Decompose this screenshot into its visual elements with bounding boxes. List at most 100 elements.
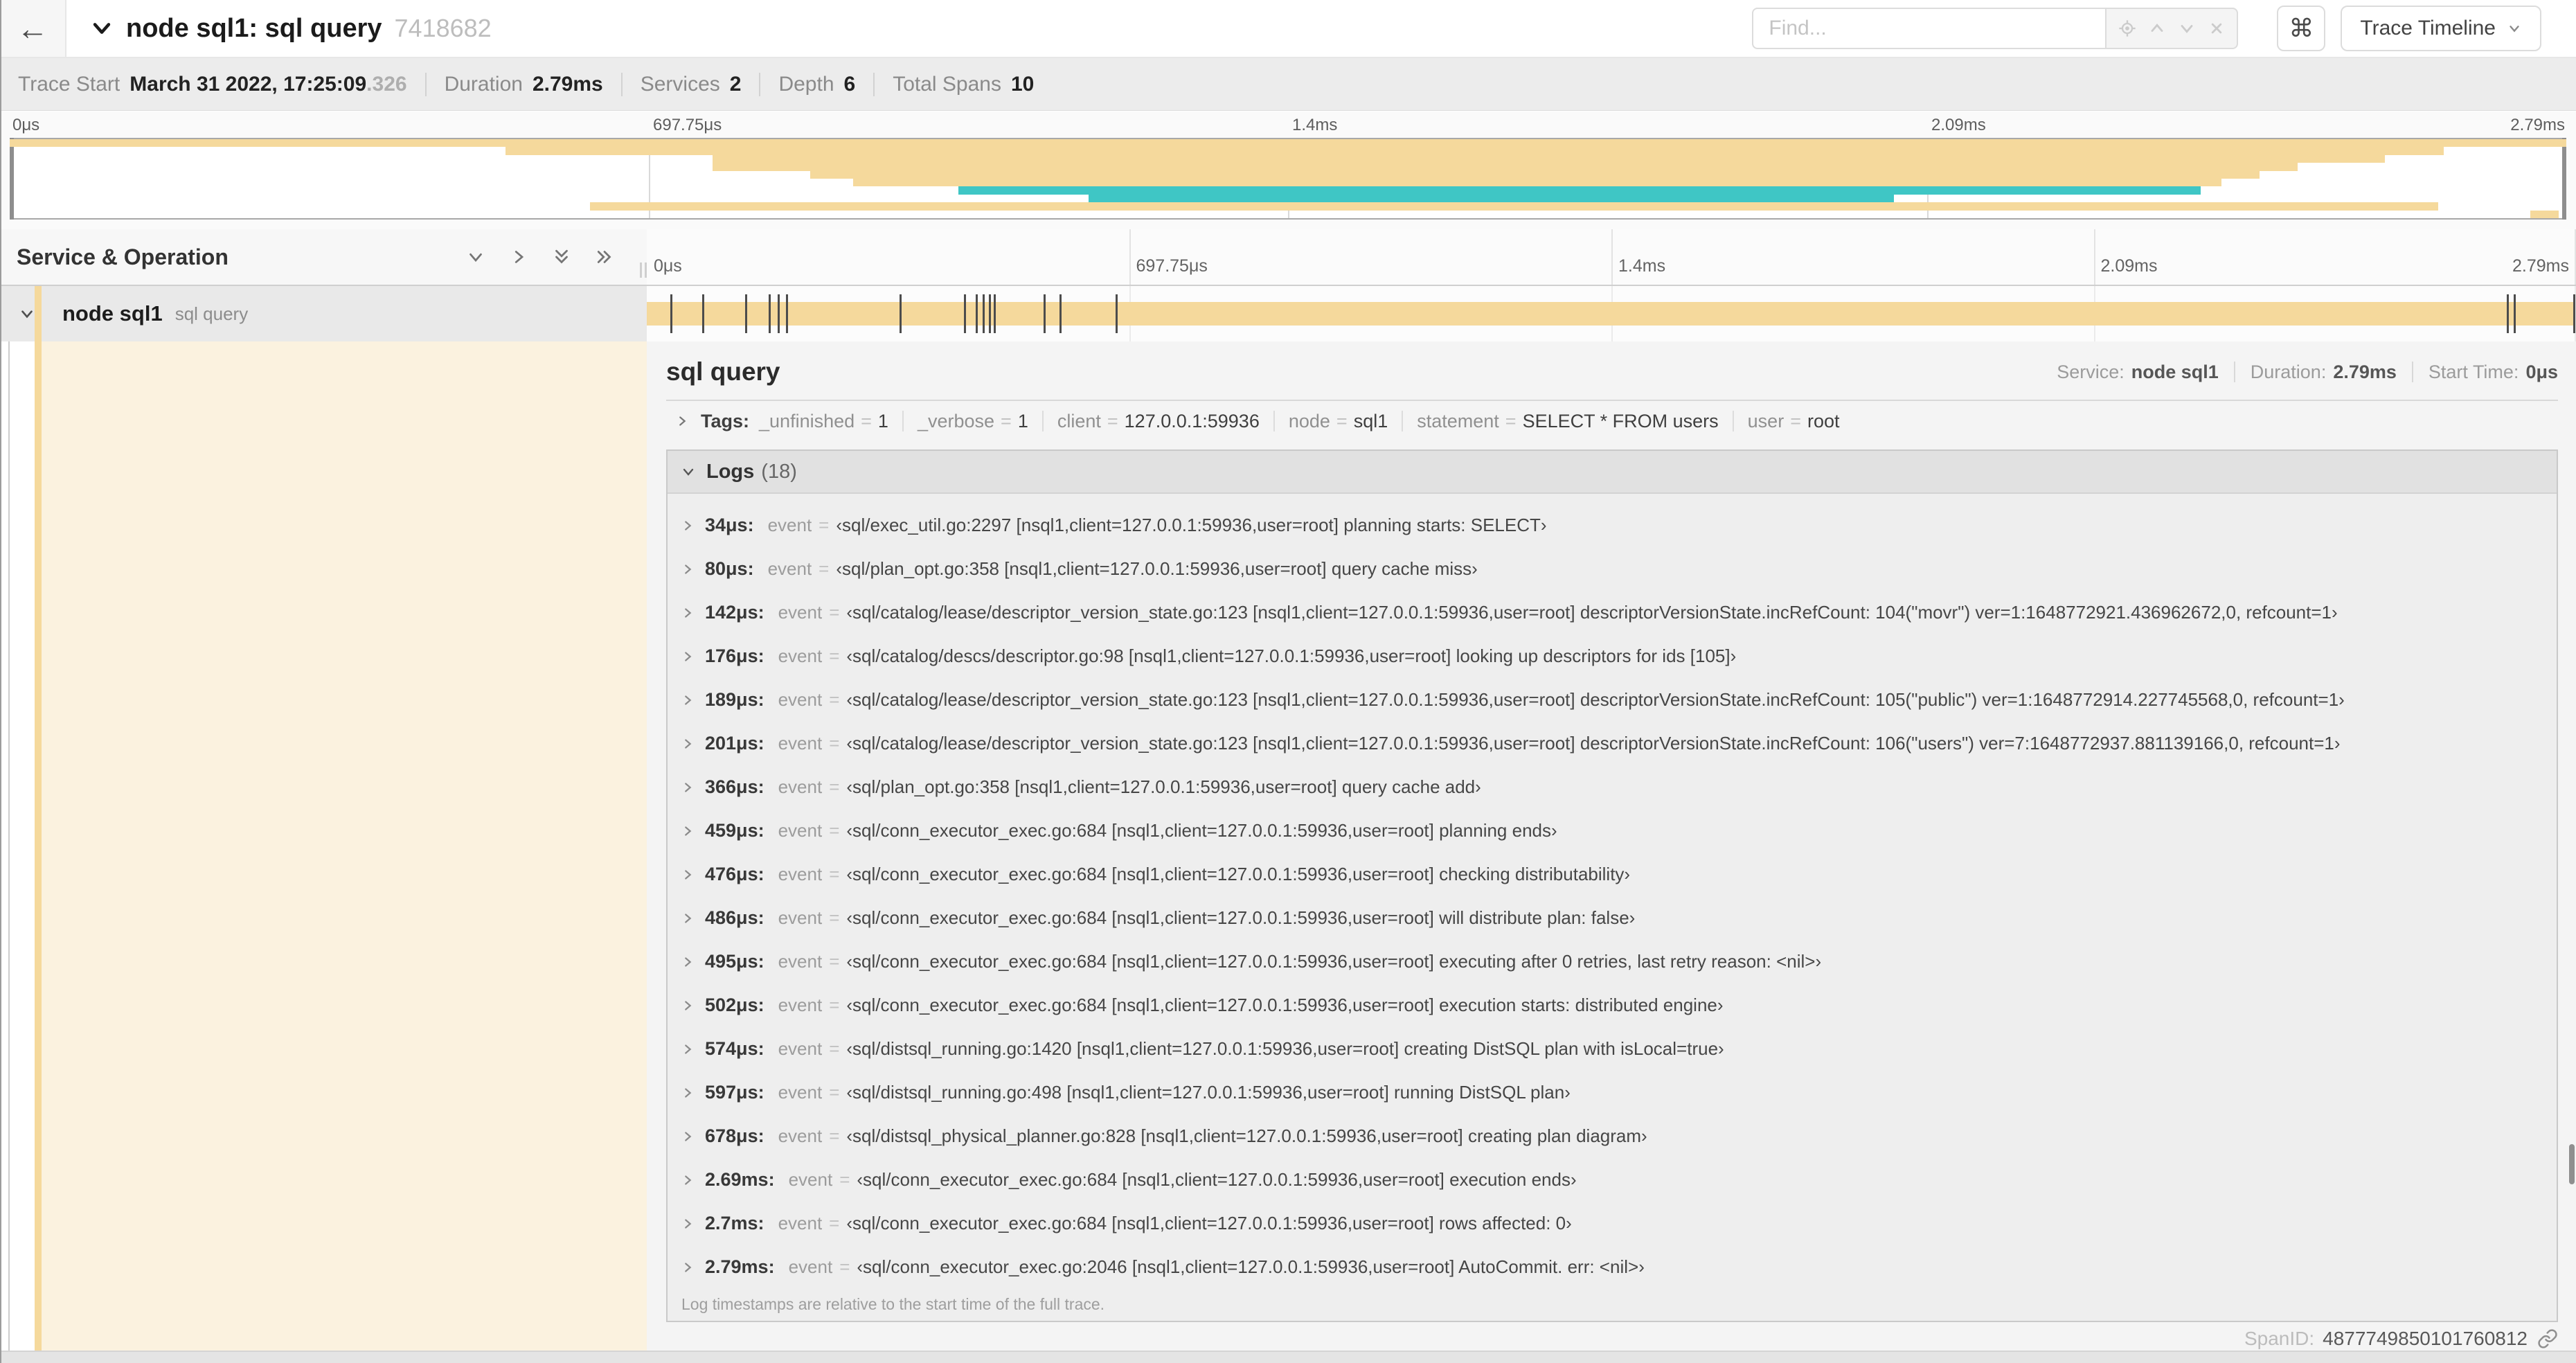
expand-one-icon[interactable] [508,247,529,267]
log-expand-chevron-icon[interactable] [680,1173,695,1188]
collapse-trace-chevron-icon[interactable] [90,17,114,40]
minimap-right-scrubber[interactable] [2562,138,2566,220]
log-row[interactable]: 495μs: event = ‹sql/conn_executor_exec.go:6… [680,940,2557,983]
log-field-key: event [778,1213,823,1233]
log-row[interactable]: 2.69ms: event = ‹sql/conn_executor_exec.go:… [680,1158,2557,1202]
span-detail-title: sql query [666,357,780,386]
log-marker-tick[interactable] [1059,294,1062,333]
log-marker-tick[interactable] [701,294,704,333]
log-row[interactable]: 176μs: event = ‹sql/catalog/descs/descripto… [680,634,2557,678]
log-marker-tick[interactable] [670,294,672,333]
log-row[interactable]: 189μs: event = ‹sql/catalog/lease/descripto… [680,678,2557,722]
log-row[interactable]: 80μs: event = ‹sql/plan_opt.go:358 [nsql1,c… [680,547,2557,591]
log-expand-chevron-icon[interactable] [680,1042,695,1057]
back-button[interactable]: ← [0,0,66,57]
log-expand-chevron-icon[interactable] [680,867,695,882]
log-expand-chevron-icon[interactable] [680,823,695,839]
log-marker-tick[interactable] [777,294,780,333]
log-expand-chevron-icon[interactable] [680,954,695,970]
log-expand-chevron-icon[interactable] [680,1260,695,1275]
log-row[interactable]: 459μs: event = ‹sql/conn_executor_exec.go:6… [680,809,2557,853]
log-row[interactable]: 486μs: event = ‹sql/conn_executor_exec.go:6… [680,896,2557,940]
log-marker-tick[interactable] [900,294,902,333]
log-marker-tick[interactable] [2573,294,2575,333]
timeline-ruler[interactable]: 0μs 697.75μs 1.4ms 2.09ms 2.79ms [647,229,2576,286]
log-row[interactable]: 502μs: event = ‹sql/conn_executor_exec.go:6… [680,983,2557,1027]
log-expand-chevron-icon[interactable] [680,518,695,533]
minimap-canvas[interactable] [10,138,2566,220]
tags-row[interactable]: Tags: _unfinished = 1 _verbose = 1 client = 127.… [666,401,2558,441]
trace-view-selector[interactable]: Trace Timeline [2341,6,2541,51]
tag-equals: = [1790,410,1801,431]
log-timestamp: 366μs: [705,776,764,797]
log-marker-tick[interactable] [768,294,771,333]
collapse-all-icon[interactable] [551,247,572,267]
log-row[interactable]: 366μs: event = ‹sql/plan_opt.go:358 [nsql1,… [680,765,2557,809]
log-marker-tick[interactable] [2514,294,2516,333]
log-timestamp: 80μs: [705,558,754,579]
summary-separator [759,72,761,96]
log-row[interactable]: 597μs: event = ‹sql/distsql_running.go:498 … [680,1071,2557,1114]
tag-key: client [1057,410,1101,431]
log-marker-tick[interactable] [2507,294,2510,333]
minimap-span-bar [853,179,2221,187]
find-clear-icon[interactable] [2207,19,2226,38]
log-marker-tick[interactable] [1044,294,1046,333]
log-expand-chevron-icon[interactable] [680,911,695,926]
expand-all-icon[interactable] [594,247,615,267]
log-row[interactable]: 678μs: event = ‹sql/distsql_physical_planne… [680,1114,2557,1158]
log-marker-tick[interactable] [976,294,978,333]
trace-title: node sql1: sql query [126,13,382,43]
locate-icon[interactable] [2118,19,2137,38]
logs-collapse-chevron-icon[interactable] [680,463,697,480]
log-row[interactable]: 201μs: event = ‹sql/catalog/lease/descripto… [680,722,2557,765]
find-next-icon[interactable] [2177,19,2197,38]
log-expand-chevron-icon[interactable] [680,998,695,1013]
log-marker-tick[interactable] [989,294,992,333]
log-timestamp: 2.79ms: [705,1256,775,1277]
log-row[interactable]: 34μs: event = ‹sql/exec_util.go:2297 [nsql1… [680,504,2557,547]
tag-value: 127.0.0.1:59936 [1124,410,1260,431]
meta-separator [2233,362,2235,382]
tag-equals: = [1336,410,1348,431]
collapse-one-icon[interactable] [465,247,486,267]
log-expand-chevron-icon[interactable] [680,1129,695,1144]
log-field-key: event [778,995,823,1015]
span-duration-bar[interactable] [647,302,2575,326]
summary-item-value: 2 [729,72,742,96]
logs-list: 34μs: event = ‹sql/exec_util.go:2297 [nsql1… [668,494,2557,1289]
deep-link-icon[interactable] [2537,1328,2558,1349]
logs-header[interactable]: Logs (18) [668,451,2557,494]
log-row[interactable]: 142μs: event = ‹sql/catalog/lease/descripto… [680,591,2557,634]
find-input[interactable] [1752,8,2106,49]
keyboard-shortcuts-button[interactable]: ⌘ [2277,6,2326,51]
log-expand-chevron-icon[interactable] [680,649,695,664]
log-row[interactable]: 2.79ms: event = ‹sql/conn_executor_exec.go:… [680,1245,2557,1289]
log-marker-tick[interactable] [1116,294,1118,333]
log-row[interactable]: 2.7ms: event = ‹sql/conn_executor_exec.go:6… [680,1202,2557,1245]
vertical-scrollbar-thumb[interactable] [2569,1144,2575,1184]
log-field-key: event [778,907,823,928]
column-resizer-grip[interactable] [640,262,647,278]
log-expand-chevron-icon[interactable] [680,562,695,577]
log-marker-tick[interactable] [744,294,747,333]
span-collapse-chevron-icon[interactable] [18,305,36,323]
log-expand-chevron-icon[interactable] [680,693,695,708]
span-row-name-cell[interactable]: node sql1 sql query [0,286,647,341]
log-expand-chevron-icon[interactable] [680,605,695,621]
find-prev-icon[interactable] [2147,19,2167,38]
minimap-left-scrubber[interactable] [10,138,14,220]
log-expand-chevron-icon[interactable] [680,736,695,751]
log-marker-tick[interactable] [964,294,967,333]
log-marker-tick[interactable] [994,294,996,333]
log-row[interactable]: 574μs: event = ‹sql/distsql_running.go:1420… [680,1027,2557,1071]
log-expand-chevron-icon[interactable] [680,1216,695,1231]
tags-expand-chevron-icon[interactable] [674,413,690,429]
log-expand-chevron-icon[interactable] [680,1085,695,1101]
log-row[interactable]: 476μs: event = ‹sql/conn_executor_exec.go:6… [680,853,2557,896]
log-expand-chevron-icon[interactable] [680,780,695,795]
ruler-time-label: 2.79ms [2512,256,2569,276]
log-marker-tick[interactable] [785,294,788,333]
log-marker-tick[interactable] [983,294,985,333]
span-row-timeline-cell[interactable] [647,286,2576,341]
